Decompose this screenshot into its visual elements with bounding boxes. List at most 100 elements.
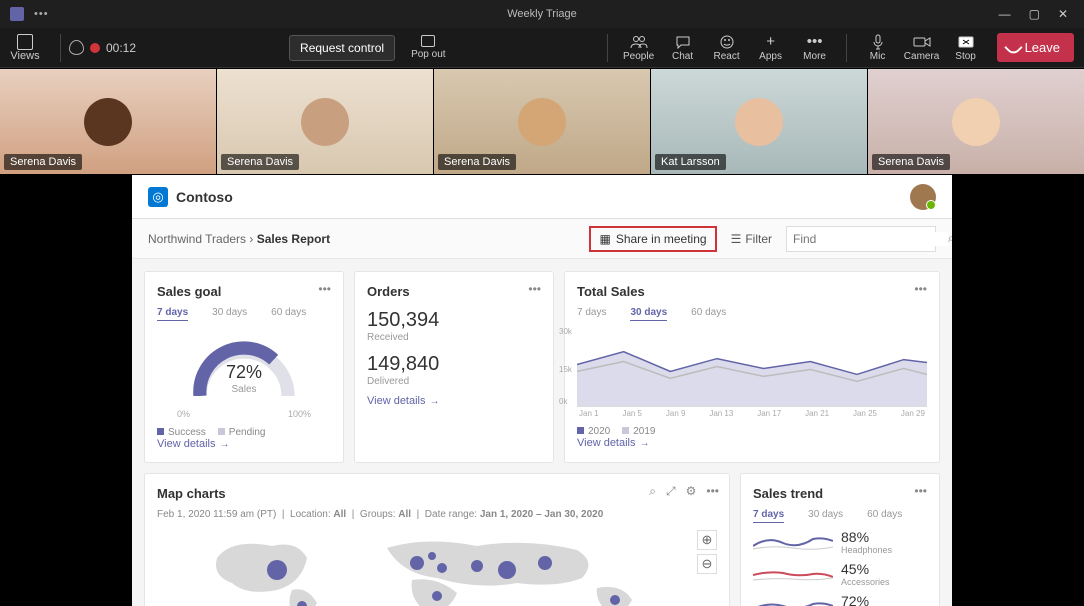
minimize-button[interactable]: — — [999, 7, 1011, 21]
views-button[interactable]: Views — [10, 34, 40, 62]
card-more-icon[interactable]: ••• — [914, 484, 927, 498]
separator — [607, 34, 608, 62]
meeting-toolbar: Views 00:12 Request control Pop out Peop… — [0, 28, 1084, 68]
toolbar-center: Request control Pop out — [136, 35, 599, 61]
people-icon — [630, 34, 648, 50]
participant-name: Serena Davis — [438, 154, 516, 170]
shield-icon — [69, 40, 84, 55]
video-tile[interactable]: Serena Davis — [217, 69, 433, 174]
participant-name: Serena Davis — [872, 154, 950, 170]
close-window-button[interactable]: ✕ — [1058, 7, 1068, 21]
views-icon — [17, 34, 33, 50]
toolbar-right: People Chat React + Apps ••• More Mic Ca… — [599, 33, 1074, 62]
window-title: Weekly Triage — [507, 8, 577, 20]
mic-button[interactable]: Mic — [857, 34, 899, 62]
filter-icon: ☰ — [731, 232, 742, 246]
app-header: ◎ Contoso — [132, 175, 952, 219]
shared-screen-area: ◎ Contoso Northwind Traders › Sales Repo… — [0, 175, 1084, 606]
line-chart: 30k 15k 0k — [577, 327, 927, 407]
card-title: Sales trend — [753, 486, 927, 501]
card-more-icon[interactable]: ••• — [318, 282, 331, 296]
tab-30days[interactable]: 30 days — [630, 307, 667, 321]
sales-goal-card: Sales goal ••• 7 days 30 days 60 days 72… — [144, 271, 344, 463]
tab-30days[interactable]: 30 days — [212, 307, 247, 321]
tab-60days[interactable]: 60 days — [691, 307, 726, 321]
map-subtitle: Feb 1, 2020 11:59 am (PT) | Location: Al… — [157, 509, 717, 520]
people-button[interactable]: People — [618, 34, 660, 62]
card-title: Total Sales — [577, 284, 927, 299]
orders-delivered-label: Delivered — [367, 376, 541, 387]
gauge-legend: Success Pending — [157, 427, 331, 438]
video-tile[interactable]: Serena Davis — [0, 69, 216, 174]
participant-name: Kat Larsson — [655, 154, 726, 170]
view-details-link[interactable]: View details — [367, 395, 541, 407]
apps-button[interactable]: + Apps — [750, 34, 792, 62]
request-control-button[interactable]: Request control — [289, 35, 395, 61]
title-bar: ••• Weekly Triage — ▢ ✕ — [0, 0, 1084, 28]
tab-7days[interactable]: 7 days — [157, 307, 188, 321]
teams-app-icon — [10, 7, 24, 21]
meatball-menu-icon[interactable]: ••• — [34, 8, 49, 20]
view-details-link[interactable]: View details — [577, 437, 927, 449]
map-card-controls: ⌕ ⤢ ⚙ ••• — [649, 484, 719, 499]
avatar[interactable] — [910, 184, 936, 210]
filter-button[interactable]: ☰ Filter — [725, 228, 778, 250]
stop-button[interactable]: Stop — [945, 34, 987, 62]
card-title: Orders — [367, 284, 541, 299]
camera-button[interactable]: Camera — [901, 34, 943, 62]
command-bar: Northwind Traders › Sales Report ▦ Share… — [132, 219, 952, 259]
plus-icon: + — [762, 34, 780, 50]
search-icon[interactable]: ⌕ — [649, 484, 656, 499]
video-tile[interactable]: Serena Davis — [868, 69, 1084, 174]
sparkline — [753, 595, 833, 606]
chat-button[interactable]: Chat — [662, 34, 704, 62]
leave-label: Leave — [1025, 40, 1060, 55]
tab-60days[interactable]: 60 days — [867, 509, 902, 523]
card-more-icon[interactable]: ••• — [528, 282, 541, 296]
breadcrumb[interactable]: Northwind Traders › Sales Report — [148, 232, 330, 246]
video-tile[interactable]: Kat Larsson — [651, 69, 867, 174]
recording-indicator: 00:12 — [69, 40, 136, 55]
search-box[interactable]: ⌕ — [786, 226, 936, 252]
card-more-icon[interactable]: ••• — [706, 484, 719, 499]
map-zoom-controls: ⊕ ⊖ — [697, 530, 717, 574]
tab-60days[interactable]: 60 days — [271, 307, 306, 321]
views-label: Views — [10, 50, 39, 62]
orders-received-label: Received — [367, 332, 541, 343]
gear-icon[interactable]: ⚙ — [686, 484, 697, 499]
maximize-button[interactable]: ▢ — [1029, 7, 1040, 21]
chart-legend: 2020 2019 — [577, 426, 927, 437]
orders-delivered-value: 149,840 — [367, 353, 541, 376]
title-bar-left: ••• — [0, 7, 49, 21]
camera-icon — [913, 34, 931, 50]
share-meeting-label: Share in meeting — [616, 232, 707, 246]
tab-7days[interactable]: 7 days — [753, 509, 784, 523]
gauge-percent: 72% — [226, 362, 262, 383]
app-brand: Contoso — [176, 189, 233, 205]
search-icon[interactable]: ⌕ — [948, 231, 952, 246]
search-input[interactable] — [793, 232, 948, 246]
separator — [846, 34, 847, 62]
video-strip: Serena Davis Serena Davis Serena Davis K… — [0, 68, 1084, 175]
tab-30days[interactable]: 30 days — [808, 509, 843, 523]
react-button[interactable]: React — [706, 34, 748, 62]
zoom-in-button[interactable]: ⊕ — [697, 530, 717, 550]
stop-icon — [957, 34, 975, 50]
orders-received-value: 150,394 — [367, 309, 541, 332]
trend-item: 72%Speakers — [753, 593, 927, 606]
expand-icon[interactable]: ⤢ — [666, 484, 676, 499]
view-details-link[interactable]: View details — [157, 438, 331, 450]
tab-7days[interactable]: 7 days — [577, 307, 606, 321]
card-more-icon[interactable]: ••• — [914, 282, 927, 296]
leave-button[interactable]: Leave — [997, 33, 1074, 62]
more-button[interactable]: ••• More — [794, 34, 836, 62]
x-axis-ticks: Jan 1Jan 5Jan 9Jan 13Jan 17Jan 21Jan 25J… — [577, 409, 927, 418]
share-meeting-icon: ▦ — [599, 232, 610, 246]
share-in-meeting-button[interactable]: ▦ Share in meeting — [589, 226, 716, 252]
zoom-out-button[interactable]: ⊖ — [697, 554, 717, 574]
map-charts-card: Map charts ⌕ ⤢ ⚙ ••• Feb 1, 2020 11:59 a… — [144, 473, 730, 606]
video-tile[interactable]: Serena Davis — [434, 69, 650, 174]
gauge-label: Sales — [231, 384, 256, 395]
pop-out-button[interactable]: Pop out — [411, 35, 445, 60]
card-title: Sales goal — [157, 284, 331, 299]
